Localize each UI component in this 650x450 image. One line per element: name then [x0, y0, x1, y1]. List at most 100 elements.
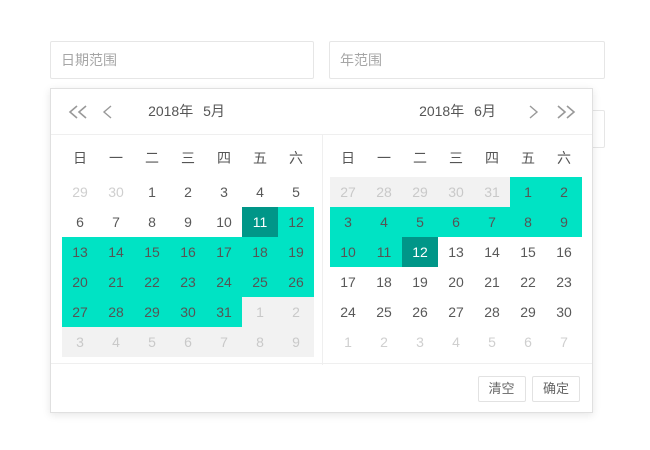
day-cell[interactable]: 30: [546, 297, 582, 327]
day-cell[interactable]: 21: [474, 267, 510, 297]
clear-button[interactable]: 清空: [478, 376, 526, 402]
day-cell[interactable]: 19: [278, 237, 314, 267]
day-cell[interactable]: 27: [438, 297, 474, 327]
day-cell[interactable]: 21: [98, 267, 134, 297]
day-cell[interactable]: 1: [242, 297, 278, 327]
day-cell[interactable]: 14: [98, 237, 134, 267]
day-cell[interactable]: 10: [330, 237, 366, 267]
confirm-button[interactable]: 确定: [532, 376, 580, 402]
day-cell[interactable]: 17: [206, 237, 242, 267]
day-cell[interactable]: 30: [98, 177, 134, 207]
day-cell[interactable]: 15: [510, 237, 546, 267]
day-cell[interactable]: 24: [206, 267, 242, 297]
day-cell[interactable]: 14: [474, 237, 510, 267]
day-cell[interactable]: 2: [366, 327, 402, 357]
day-cell[interactable]: 28: [98, 297, 134, 327]
year-range-input[interactable]: [329, 41, 605, 79]
day-cell[interactable]: 4: [242, 177, 278, 207]
calendar-week-row: 3456789: [330, 207, 582, 237]
day-cell[interactable]: 1: [510, 177, 546, 207]
day-cell[interactable]: 30: [438, 177, 474, 207]
day-cell[interactable]: 29: [62, 177, 98, 207]
day-cell[interactable]: 4: [366, 207, 402, 237]
day-cell[interactable]: 20: [62, 267, 98, 297]
day-cell[interactable]: 7: [98, 207, 134, 237]
day-cell[interactable]: 2: [170, 177, 206, 207]
day-cell[interactable]: 12: [278, 207, 314, 237]
day-cell[interactable]: 30: [170, 297, 206, 327]
day-cell[interactable]: 11: [242, 207, 278, 237]
day-cell[interactable]: 9: [170, 207, 206, 237]
day-cell[interactable]: 20: [438, 267, 474, 297]
day-cell[interactable]: 25: [366, 297, 402, 327]
left-month-calendar: 日一二三四五六293012345678910111213141516171819…: [62, 141, 314, 357]
day-cell[interactable]: 10: [206, 207, 242, 237]
day-cell[interactable]: 24: [330, 297, 366, 327]
day-cell[interactable]: 2: [546, 177, 582, 207]
day-cell[interactable]: 26: [402, 297, 438, 327]
day-cell[interactable]: 6: [438, 207, 474, 237]
next-year-icon[interactable]: [555, 89, 577, 134]
right-month-calendar: 日一二三四五六272829303112345678910111213141516…: [330, 141, 582, 357]
day-cell[interactable]: 11: [366, 237, 402, 267]
day-cell[interactable]: 15: [134, 237, 170, 267]
day-cell[interactable]: 26: [278, 267, 314, 297]
day-cell[interactable]: 29: [510, 297, 546, 327]
day-cell[interactable]: 8: [242, 327, 278, 357]
day-cell[interactable]: 3: [62, 327, 98, 357]
day-cell[interactable]: 22: [510, 267, 546, 297]
day-cell[interactable]: 8: [134, 207, 170, 237]
left-month-title: 2018年 5月: [51, 89, 322, 134]
day-cell[interactable]: 27: [330, 177, 366, 207]
day-cell[interactable]: 13: [438, 237, 474, 267]
day-cell[interactable]: 7: [206, 327, 242, 357]
day-cell[interactable]: 6: [62, 207, 98, 237]
calendar-week-row: 272829303112: [330, 177, 582, 207]
day-cell[interactable]: 8: [510, 207, 546, 237]
day-cell[interactable]: 5: [134, 327, 170, 357]
day-cell[interactable]: 3: [330, 207, 366, 237]
day-cell[interactable]: 12: [402, 237, 438, 267]
weekday-label: 一: [366, 141, 402, 177]
day-cell[interactable]: 16: [170, 237, 206, 267]
day-cell[interactable]: 19: [402, 267, 438, 297]
day-cell[interactable]: 25: [242, 267, 278, 297]
day-cell[interactable]: 7: [474, 207, 510, 237]
weekday-header-row: 日一二三四五六: [62, 141, 314, 177]
day-cell[interactable]: 6: [170, 327, 206, 357]
day-cell[interactable]: 3: [402, 327, 438, 357]
day-cell[interactable]: 31: [474, 177, 510, 207]
calendar-week-row: 272829303112: [62, 297, 314, 327]
day-cell[interactable]: 3: [206, 177, 242, 207]
day-cell[interactable]: 6: [510, 327, 546, 357]
day-cell[interactable]: 18: [242, 237, 278, 267]
day-cell[interactable]: 4: [438, 327, 474, 357]
calendar-week-row: 3456789: [62, 327, 314, 357]
day-cell[interactable]: 7: [546, 327, 582, 357]
day-cell[interactable]: 4: [98, 327, 134, 357]
day-cell[interactable]: 5: [278, 177, 314, 207]
panel-divider: [322, 134, 323, 365]
day-cell[interactable]: 2: [278, 297, 314, 327]
day-cell[interactable]: 23: [546, 267, 582, 297]
day-cell[interactable]: 28: [474, 297, 510, 327]
day-cell[interactable]: 9: [278, 327, 314, 357]
day-cell[interactable]: 27: [62, 297, 98, 327]
day-cell[interactable]: 28: [366, 177, 402, 207]
day-cell[interactable]: 1: [330, 327, 366, 357]
day-cell[interactable]: 5: [474, 327, 510, 357]
day-cell[interactable]: 31: [206, 297, 242, 327]
day-cell[interactable]: 9: [546, 207, 582, 237]
day-cell[interactable]: 29: [402, 177, 438, 207]
day-cell[interactable]: 18: [366, 267, 402, 297]
day-cell[interactable]: 1: [134, 177, 170, 207]
day-cell[interactable]: 5: [402, 207, 438, 237]
day-cell[interactable]: 23: [170, 267, 206, 297]
day-cell[interactable]: 16: [546, 237, 582, 267]
day-cell[interactable]: 29: [134, 297, 170, 327]
date-range-input[interactable]: [50, 41, 314, 79]
day-cell[interactable]: 22: [134, 267, 170, 297]
next-month-icon[interactable]: [526, 89, 540, 134]
day-cell[interactable]: 17: [330, 267, 366, 297]
day-cell[interactable]: 13: [62, 237, 98, 267]
